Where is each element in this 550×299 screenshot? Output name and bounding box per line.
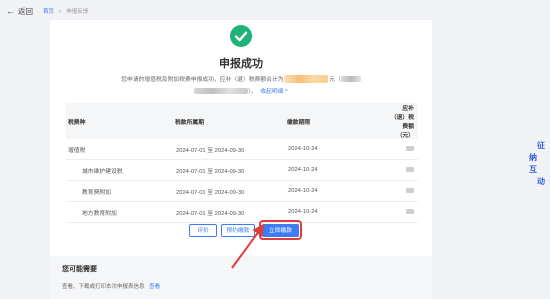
widget-char: 互: [529, 165, 537, 174]
interaction-widget[interactable]: 征 纳 互 动: [527, 140, 549, 188]
annotation-arrow-icon: [231, 223, 265, 269]
widget-char: 纳: [529, 153, 537, 162]
widget-char: 征: [537, 141, 545, 150]
widget-char: 动: [537, 177, 545, 186]
